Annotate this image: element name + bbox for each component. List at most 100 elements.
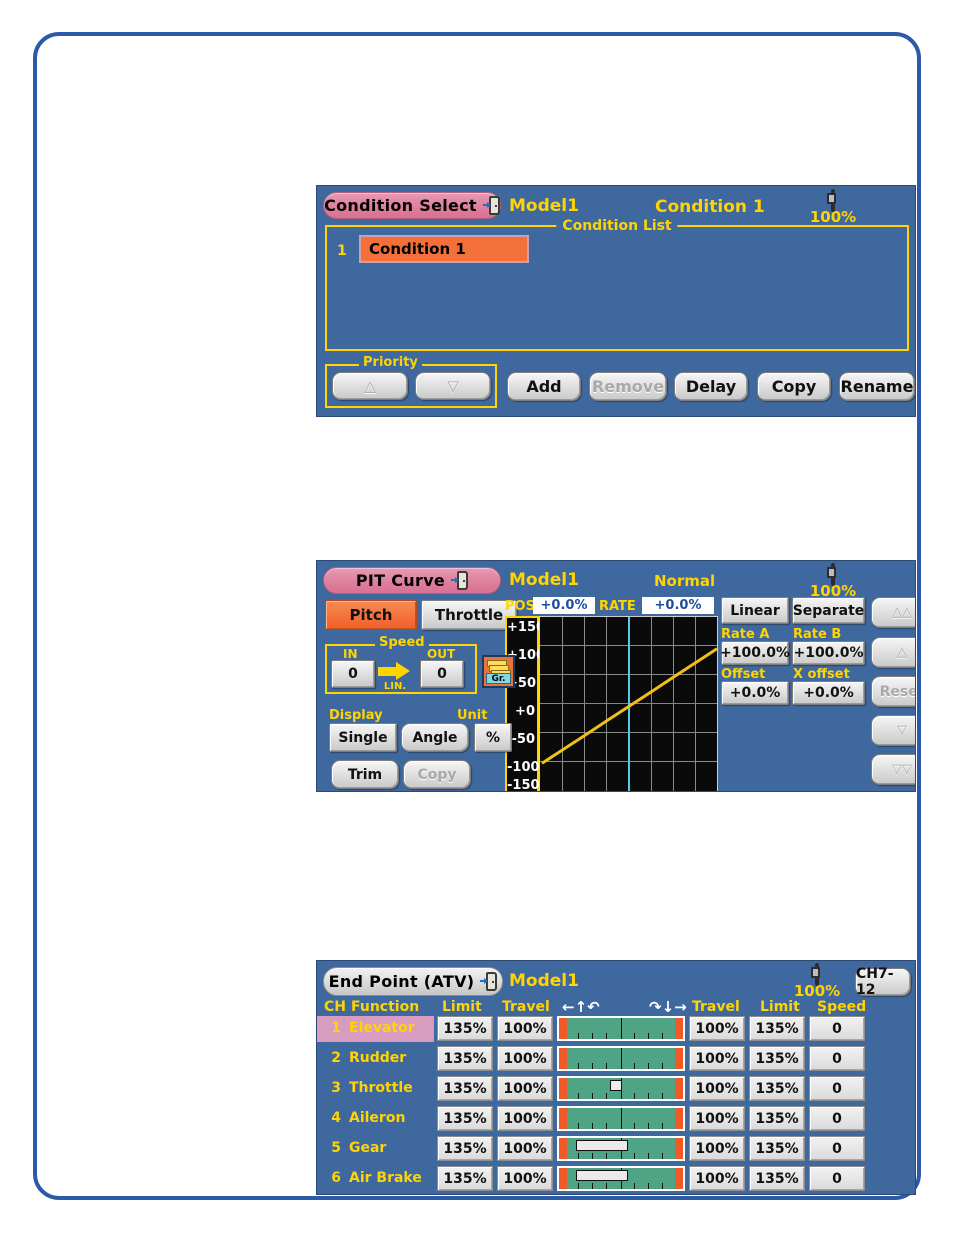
- condition-select-title-tab[interactable]: Condition Select: [323, 192, 501, 219]
- priority-up-button[interactable]: △: [332, 372, 408, 400]
- cell-travel-left[interactable]: 100%: [497, 1076, 553, 1101]
- nav-page-up-button[interactable]: △△: [871, 597, 915, 628]
- table-row[interactable]: 3 Throttle 135% 100% 100% 135% 0: [317, 1076, 915, 1105]
- nav-page-down-button[interactable]: ▽▽: [871, 754, 915, 785]
- y-tick-6: -150: [507, 778, 540, 792]
- travel-bar-range: [576, 1170, 628, 1181]
- battery-indicator: 100%: [803, 189, 863, 225]
- pos-value[interactable]: +0.0%: [533, 597, 595, 614]
- exit-door-icon[interactable]: [451, 571, 469, 590]
- cell-travel-left[interactable]: 100%: [497, 1136, 553, 1161]
- cell-travel-right[interactable]: 100%: [689, 1136, 745, 1161]
- pit-curve-graph[interactable]: [539, 616, 718, 791]
- header-speed: Speed: [817, 999, 867, 1015]
- remove-button[interactable]: Remove: [589, 372, 667, 401]
- cell-travel-left[interactable]: 100%: [497, 1166, 553, 1191]
- cell-speed[interactable]: 0: [809, 1136, 865, 1161]
- travel-bar[interactable]: [557, 1046, 685, 1071]
- nav-down-button[interactable]: ▽: [871, 715, 915, 746]
- nav-up-button[interactable]: △: [871, 637, 915, 668]
- offset-value[interactable]: +0.0%: [721, 681, 789, 705]
- cell-limit-right[interactable]: 135%: [749, 1106, 805, 1131]
- graph-group-icon[interactable]: Gr.: [482, 655, 515, 688]
- unit-button[interactable]: %: [474, 723, 512, 752]
- exit-door-icon[interactable]: [482, 196, 500, 215]
- pos-label: POS: [505, 599, 535, 614]
- rate-a-label: Rate A: [721, 627, 770, 642]
- cell-speed[interactable]: 0: [809, 1166, 865, 1191]
- tab-pitch[interactable]: Pitch: [325, 600, 417, 630]
- travel-bar-tick: [578, 1063, 579, 1069]
- display-mode-button[interactable]: Single: [329, 723, 397, 752]
- travel-bar[interactable]: [557, 1016, 685, 1041]
- speed-caption: Speed: [375, 636, 429, 649]
- travel-bar[interactable]: [557, 1136, 685, 1161]
- rate-b-value[interactable]: +100.0%: [792, 641, 865, 665]
- cell-travel-right[interactable]: 100%: [689, 1016, 745, 1041]
- cell-limit-right[interactable]: 135%: [749, 1076, 805, 1101]
- table-row[interactable]: 2 Rudder 135% 100% 100% 135% 0: [317, 1046, 915, 1075]
- copy-button[interactable]: Copy: [757, 372, 831, 401]
- tab-throttle[interactable]: Throttle: [421, 600, 517, 630]
- table-row[interactable]: 5 Gear 135% 100% 100% 135% 0: [317, 1136, 915, 1165]
- travel-bar-tick: [606, 1183, 607, 1189]
- cell-speed[interactable]: 0: [809, 1106, 865, 1131]
- cell-limit-right[interactable]: 135%: [749, 1166, 805, 1191]
- cell-speed[interactable]: 0: [809, 1016, 865, 1041]
- exit-door-icon[interactable]: [480, 972, 498, 991]
- table-row[interactable]: 1 Elevator 135% 100% 100% 135% 0: [317, 1016, 915, 1045]
- cell-travel-right[interactable]: 100%: [689, 1076, 745, 1101]
- separate-button[interactable]: Separate: [792, 597, 865, 624]
- delay-button[interactable]: Delay: [674, 372, 748, 401]
- cell-travel-right[interactable]: 100%: [689, 1106, 745, 1131]
- cell-speed[interactable]: 0: [809, 1046, 865, 1071]
- cell-limit-right[interactable]: 135%: [749, 1016, 805, 1041]
- linear-button[interactable]: Linear: [721, 597, 789, 624]
- travel-bar-tick: [634, 1123, 635, 1129]
- rate-value[interactable]: +0.0%: [642, 597, 714, 614]
- cell-limit-right[interactable]: 135%: [749, 1136, 805, 1161]
- travel-bar[interactable]: [557, 1166, 685, 1191]
- cell-travel-right[interactable]: 100%: [689, 1046, 745, 1071]
- add-button[interactable]: Add: [507, 372, 581, 401]
- cell-limit-left[interactable]: 135%: [437, 1166, 493, 1191]
- cell-limit-left[interactable]: 135%: [437, 1106, 493, 1131]
- row-function-name: Gear: [349, 1140, 387, 1156]
- end-point-title-tab[interactable]: End Point (ATV): [323, 967, 503, 996]
- table-row[interactable]: 6 Air Brake 135% 100% 100% 135% 0: [317, 1166, 915, 1194]
- nav-reset-button[interactable]: Reset: [871, 676, 915, 707]
- cell-limit-left[interactable]: 135%: [437, 1136, 493, 1161]
- ch-range-button[interactable]: CH7-12: [855, 966, 911, 998]
- priority-down-button[interactable]: ▽: [415, 372, 491, 400]
- table-row[interactable]: 4 Aileron 135% 100% 100% 135% 0: [317, 1106, 915, 1135]
- cell-limit-left[interactable]: 135%: [437, 1046, 493, 1071]
- cell-travel-left[interactable]: 100%: [497, 1046, 553, 1071]
- cell-travel-left[interactable]: 100%: [497, 1106, 553, 1131]
- copy-button[interactable]: Copy: [403, 760, 471, 789]
- condition-list-item[interactable]: Condition 1: [359, 235, 529, 263]
- pit-curve-title-tab[interactable]: PIT Curve: [323, 567, 501, 594]
- cell-speed[interactable]: 0: [809, 1076, 865, 1101]
- cell-travel-left[interactable]: 100%: [497, 1016, 553, 1041]
- cell-limit-left[interactable]: 135%: [437, 1016, 493, 1041]
- travel-bar[interactable]: [557, 1076, 685, 1101]
- lin-label: LIN.: [383, 681, 407, 692]
- speed-out-value[interactable]: 0: [420, 660, 464, 688]
- travel-bar-tick: [606, 1093, 607, 1099]
- x-offset-value[interactable]: +0.0%: [792, 681, 865, 705]
- travel-bar-tick: [662, 1183, 663, 1189]
- rename-button[interactable]: Rename: [839, 372, 915, 401]
- trim-button[interactable]: Trim: [331, 760, 399, 789]
- cell-travel-right[interactable]: 100%: [689, 1166, 745, 1191]
- angle-button[interactable]: Angle: [401, 723, 469, 752]
- speed-in-value[interactable]: 0: [331, 660, 375, 688]
- rate-a-value[interactable]: +100.0%: [720, 641, 790, 665]
- unit-caption: Unit: [457, 708, 488, 723]
- pit-curve-title-text: PIT Curve: [355, 571, 446, 590]
- model-name-label: Model1: [509, 196, 579, 216]
- travel-bar[interactable]: [557, 1106, 685, 1131]
- cell-limit-left[interactable]: 135%: [437, 1076, 493, 1101]
- cell-limit-right[interactable]: 135%: [749, 1046, 805, 1071]
- travel-bar-tick: [662, 1153, 663, 1159]
- travel-bar-range: [576, 1140, 628, 1151]
